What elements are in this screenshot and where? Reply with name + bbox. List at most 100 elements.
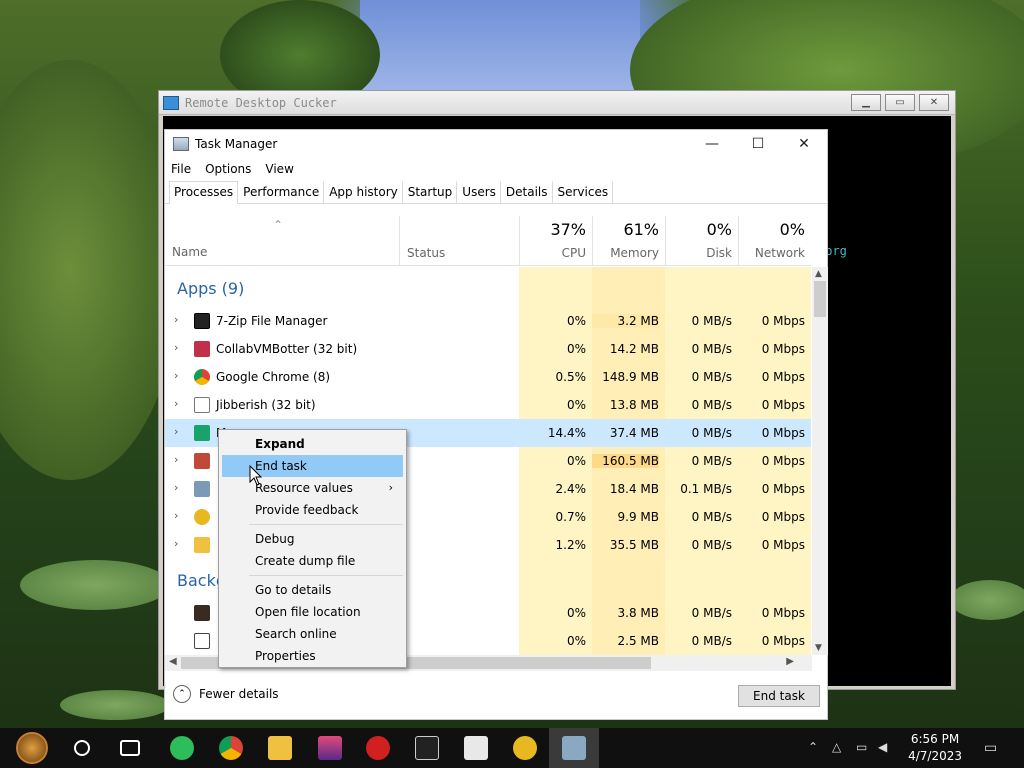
vertical-scroll-thumb[interactable] [814,281,826,317]
rdp-title-bar[interactable]: Remote Desktop Cucker [159,91,955,115]
notification-icon[interactable]: ▭ [984,740,997,756]
network-value: 0 Mbps [761,482,805,496]
monitor-icon [163,95,179,110]
expand-chevron-icon[interactable]: › [174,425,178,438]
memory-value: 13.8 MB [609,398,659,412]
cpu-value: 0% [566,398,586,412]
task-manager-icon[interactable] [562,736,586,760]
disk-value: 0 MB/s [691,426,732,440]
table-row[interactable]: › Google Chrome (8) 0.5% 148.9 MB 0 MB/s… [165,363,811,391]
7zip-icon[interactable] [415,736,439,760]
table-row[interactable]: › Jibberish (32 bit) 0% 13.8 MB 0 MB/s 0… [165,391,811,419]
menu-item-create-dump-file[interactable]: Create dump file [222,550,403,572]
header-disk[interactable]: 0% Disk [665,216,738,266]
tm-maximize-button[interactable]: ☐ [735,130,781,158]
header-status-col[interactable]: Status [399,216,519,266]
cpu-value: 0% [566,606,586,620]
header-name[interactable]: Name [172,245,207,259]
rdp-close-button[interactable]: ✕ [919,94,949,111]
fewer-details-button[interactable]: ⌃ Fewer details [173,685,279,703]
disk-value: 0 MB/s [691,370,732,384]
network-icon[interactable]: ▭ [856,740,867,754]
warning-icon[interactable]: △ [832,740,841,754]
menu-item-go-to-details[interactable]: Go to details [222,579,403,601]
table-row[interactable]: › 7-Zip File Manager 0% 3.2 MB 0 MB/s 0 … [165,307,811,335]
network-value: 0 Mbps [761,314,805,328]
spotify-icon[interactable] [170,736,194,760]
memory-value: 37.4 MB [609,426,659,440]
menu-separator [249,524,403,525]
document-icon[interactable] [464,736,488,760]
winrar-icon[interactable] [318,736,342,760]
start-button[interactable] [16,732,48,764]
vertical-scrollbar[interactable]: ▲ ▼ [812,267,828,655]
cpu-value: 0.5% [555,370,587,384]
disk-value: 0 MB/s [691,606,732,620]
tm-close-button[interactable]: ✕ [781,130,827,158]
fewer-details-label: Fewer details [199,687,279,701]
chevron-up-icon[interactable]: ⌃ [808,740,818,754]
tm-minimize-button[interactable]: — [689,130,735,158]
expand-chevron-icon[interactable]: › [174,397,178,410]
chevron-right-icon: › [388,481,393,494]
menu-item-search-online[interactable]: Search online [222,623,403,645]
chevron-up-icon: ⌃ [173,685,191,703]
tab-processes[interactable]: Processes [169,181,239,204]
tab-performance[interactable]: Performance [238,181,325,203]
vpn-icon [194,509,210,525]
tab-startup[interactable]: Startup [403,181,458,203]
memory-value: 2.5 MB [617,634,659,648]
table-row[interactable]: › CollabVMBotter (32 bit) 0% 14.2 MB 0 M… [165,335,811,363]
expand-chevron-icon[interactable]: › [174,537,178,550]
network-value: 0 Mbps [761,606,805,620]
app-icon[interactable] [366,736,390,760]
end-task-button[interactable]: End task [738,685,820,707]
menu-view[interactable]: View [265,162,293,176]
rdp-minimize-button[interactable]: ▁ [851,94,881,111]
cpu-value: 1.2% [555,538,587,552]
menu-file[interactable]: File [171,162,191,176]
menu-options[interactable]: Options [205,162,251,176]
column-header: ⌃ Name Status 37% CPU 61% Memory 0% Disk… [165,216,811,266]
memory-value: 3.8 MB [617,606,659,620]
expand-chevron-icon[interactable]: › [174,481,178,494]
menu-item-expand[interactable]: Expand [222,433,403,455]
menu-item-debug[interactable]: Debug [222,528,403,550]
menu-item-properties[interactable]: Properties [222,645,403,667]
rdp-maximize-button[interactable]: ▭ [885,94,915,111]
menu-item-resource-values-label: Resource values [255,481,353,495]
app-icon [194,605,210,621]
expand-chevron-icon[interactable]: › [174,341,178,354]
disk-label: Disk [706,246,732,260]
chrome-icon [194,369,210,385]
header-cpu[interactable]: 37% CPU [519,216,592,266]
menu-item-open-file-location[interactable]: Open file location [222,601,403,623]
cpu-value: 0% [566,342,586,356]
header-network[interactable]: 0% Network [738,216,811,266]
tab-app-history[interactable]: App history [324,181,403,203]
expand-chevron-icon[interactable]: › [174,313,178,326]
tab-users[interactable]: Users [457,181,501,203]
search-icon[interactable] [74,740,90,756]
tab-details[interactable]: Details [501,181,553,203]
system-clock[interactable]: 6:56 PM 4/7/2023 [908,731,962,765]
disk-value: 0 MB/s [691,634,732,648]
tab-services[interactable]: Services [553,181,614,203]
expand-chevron-icon[interactable]: › [174,509,178,522]
network-value: 0 Mbps [761,634,805,648]
scroll-right-icon[interactable]: ▶ [786,656,794,667]
scroll-left-icon[interactable]: ◀ [169,656,177,667]
disk-value: 0 MB/s [691,398,732,412]
task-view-icon[interactable] [120,740,140,756]
expand-chevron-icon[interactable]: › [174,369,178,382]
header-memory[interactable]: 61% Memory [592,216,665,266]
file-explorer-icon[interactable] [268,736,292,760]
footer: ⌃ Fewer details End task [165,671,829,721]
menu-item-provide-feedback[interactable]: Provide feedback [222,499,403,521]
expand-chevron-icon[interactable]: › [174,453,178,466]
chrome-icon[interactable] [219,736,243,760]
vpn-icon[interactable] [513,736,537,760]
scroll-up-icon[interactable]: ▲ [815,269,822,279]
scroll-down-icon[interactable]: ▼ [815,643,822,653]
volume-icon[interactable]: ◀ [878,740,887,754]
